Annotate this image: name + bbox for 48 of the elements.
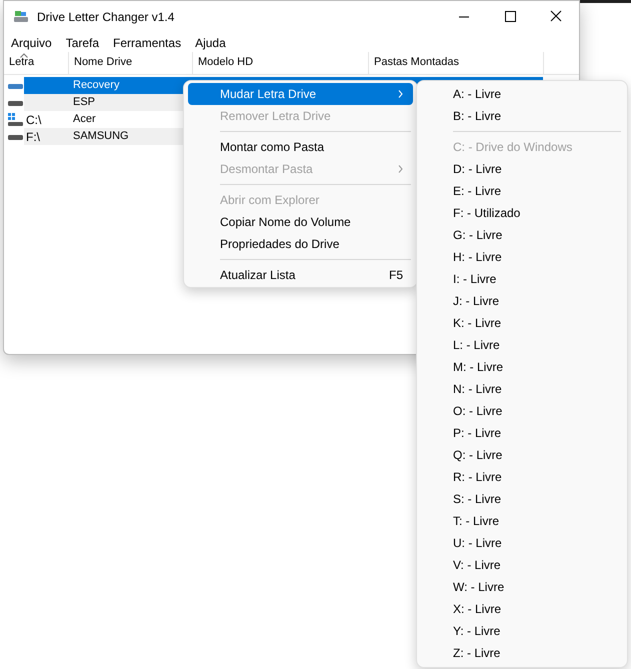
menu-item[interactable]: Ferramentas [113,34,182,52]
menu-item[interactable]: S: - Livre [421,488,623,510]
table-cell-text: SAMSUNG [72,129,129,144]
menu-item[interactable]: Ajuda [195,34,226,52]
menu-item[interactable]: Atualizar Lista F5 [188,264,413,286]
table-cell-text: Recovery [72,78,120,94]
menu-item[interactable]: W: - Livre [421,576,623,598]
menu-item[interactable]: B: - Livre [421,105,623,127]
menu-item[interactable]: F: - Utilizado [421,202,623,224]
menu-item[interactable]: I: - Livre [421,268,623,290]
menu-item[interactable]: E: - Livre [421,180,623,202]
menu-item[interactable]: H: - Livre [421,246,623,268]
menu-item[interactable]: M: - Livre [421,356,623,378]
table-cell-text: Acer [72,112,96,128]
menu-item[interactable]: Y: - Livre [421,620,623,642]
menu-item[interactable]: J: - Livre [421,290,623,312]
system-drive-icon [8,112,24,126]
menu-item[interactable]: X: - Livre [421,598,623,620]
menu-item[interactable]: Propriedades do Drive [188,233,413,255]
menu-item[interactable]: V: - Livre [421,554,623,576]
menu-item[interactable]: T: - Livre [421,510,623,532]
menu-item[interactable]: D: - Livre [421,158,623,180]
menu-item[interactable]: P: - Livre [421,422,623,444]
menu-item[interactable]: U: - Livre [421,532,623,554]
menu-item[interactable]: Copiar Nome do Volume [188,211,413,233]
drive-icon [13,10,29,24]
column-header[interactable]: Nome Drive [69,52,193,74]
menu-item[interactable]: Arquivo [11,34,52,52]
column-header[interactable]: Pastas Montadas [369,52,544,74]
table-cell-text: F:\ [25,128,41,146]
menu-item[interactable]: O: - Livre [421,400,623,422]
column-header[interactable]: Letra [4,52,69,74]
menu-item[interactable]: Montar como Pasta [188,136,413,158]
menu-item[interactable]: N: - Livre [421,378,623,400]
menu-item[interactable]: A: - Livre [421,83,623,105]
table-cell-text: ESP [72,95,96,110]
menu-item[interactable]: R: - Livre [421,466,623,488]
menu-item[interactable]: L: - Livre [421,334,623,356]
menu-item[interactable]: G: - Livre [421,224,623,246]
menu-item[interactable]: Tarefa [66,34,100,52]
shortcut-label: F5 [388,267,403,284]
table-cell-text: C:\ [25,112,42,128]
menu-item[interactable]: K: - Livre [421,312,623,334]
menu-item[interactable]: Q: - Livre [421,444,623,466]
menu-item[interactable]: Mudar Letra Drive [188,83,413,105]
column-header[interactable]: Modelo HD [193,52,369,74]
menu-item[interactable]: Z: - Livre [421,642,623,664]
window-title: Drive Letter Changer v1.4 [37,9,174,26]
